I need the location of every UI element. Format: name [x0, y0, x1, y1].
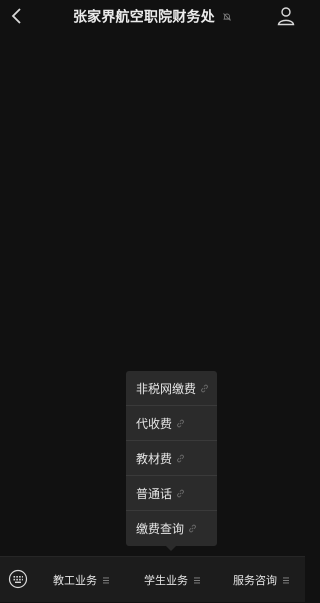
hamburger-icon: [194, 577, 200, 583]
link-icon: [177, 489, 184, 497]
top-bar: 张家界航空职院财务处: [0, 0, 305, 34]
menu-service-consultation[interactable]: 服务咨询: [233, 557, 289, 603]
link-icon: [177, 454, 184, 462]
hamburger-icon: [103, 577, 109, 583]
submenu-item-label: 代收费: [136, 416, 173, 431]
hamburger-icon: [283, 577, 289, 583]
keyboard-icon[interactable]: [8, 569, 28, 589]
menu-label: 服务咨询: [233, 574, 277, 587]
menu-label: 学生业务: [144, 574, 188, 587]
submenu-item-label: 非税网缴费: [136, 381, 197, 396]
submenu-popup: 非税网缴费 代收费 教材费 普通话 缴费查询: [126, 371, 217, 546]
menu-student-business[interactable]: 学生业务: [144, 557, 200, 603]
submenu-item-collection-fee[interactable]: 代收费: [126, 406, 217, 441]
link-icon: [201, 384, 208, 392]
menu-label: 教工业务: [53, 574, 97, 587]
submenu-item-payment-query[interactable]: 缴费查询: [126, 511, 217, 546]
person-icon[interactable]: [277, 6, 295, 26]
submenu-item-label: 缴费查询: [136, 522, 185, 536]
popup-pointer: [165, 545, 177, 551]
submenu-item-non-tax-payment[interactable]: 非税网缴费: [126, 371, 217, 406]
submenu-item-mandarin[interactable]: 普通话: [126, 476, 217, 511]
submenu-item-label: 普通话: [136, 486, 173, 501]
submenu-item-label: 教材费: [136, 451, 173, 466]
link-icon: [189, 524, 196, 533]
link-icon: [177, 419, 184, 427]
mute-icon: [223, 12, 231, 21]
menu-faculty-business[interactable]: 教工业务: [53, 557, 109, 603]
page-title: 张家界航空职院财务处: [72, 9, 215, 26]
bottom-menu-bar: 教工业务 学生业务 服务咨询: [0, 556, 305, 602]
submenu-item-textbook-fee[interactable]: 教材费: [126, 441, 217, 476]
title-area: 张家界航空职院财务处: [0, 6, 305, 28]
